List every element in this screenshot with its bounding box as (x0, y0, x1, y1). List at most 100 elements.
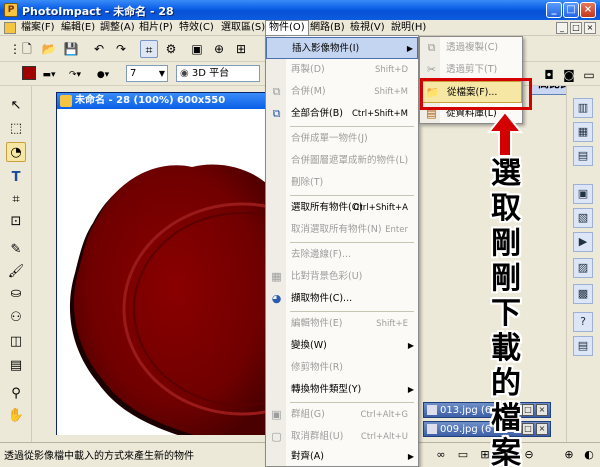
submenu-item-label: 透過複製(C) (446, 42, 499, 53)
mode-select[interactable]: ◉ 3D 平台 (176, 65, 260, 82)
menu-item-merge-mask[interactable]: 合併圖層遮罩成新的物件(L) (266, 150, 418, 172)
menu-item-extract-object[interactable]: ◕ 擷取物件(C)... (266, 288, 418, 310)
menu-item-match-background[interactable]: ▦ 比對背景色彩(U) (266, 266, 418, 288)
zoom-in-icon[interactable]: ⊕ (560, 446, 578, 464)
line-style-dropdown-icon[interactable]: ▬▾ (40, 66, 58, 84)
screen-icon[interactable]: ▭ (580, 66, 598, 84)
histogram-icon[interactable]: ▩ (573, 284, 593, 304)
close-icon[interactable]: × (536, 423, 548, 435)
menu-view[interactable]: 檢視(V) (347, 21, 388, 35)
menu-item-insert-image-object[interactable]: 插入影像物件(I) ▶ (266, 37, 418, 59)
crop-icon[interactable]: ⌗ (6, 190, 26, 210)
save-icon[interactable]: 💾 (62, 40, 80, 58)
menu-effect[interactable]: 特效(C) (176, 21, 217, 35)
menu-web[interactable]: 網路(B) (307, 21, 348, 35)
capture-icon[interactable]: ◙ (560, 66, 578, 84)
menu-file[interactable]: 檔案(F) (18, 21, 58, 35)
image-canvas[interactable] (57, 109, 270, 435)
menu-help[interactable]: 說明(H) (388, 21, 429, 35)
paint-tool-icon[interactable]: 🖌 (6, 262, 26, 282)
submenu-item-via-copy[interactable]: ⧉ 透過複製(C) (420, 37, 522, 59)
primary-color-swatch[interactable] (22, 66, 36, 80)
open-file-icon[interactable]: 📂 (40, 40, 58, 58)
view-icon[interactable]: ▭ (454, 446, 472, 464)
zoom-icon[interactable]: ⊕ (210, 40, 228, 58)
image-panel-icon[interactable]: ▣ (573, 184, 593, 204)
lasso-tool-icon[interactable]: ◔ (6, 142, 26, 162)
curve-dropdown-icon[interactable]: ↷▾ (66, 66, 84, 84)
menu-item-label: 對齊(A) (291, 451, 324, 462)
document-title-bar[interactable]: 未命名 - 28 (100%) 600x550 (57, 93, 270, 109)
size-field[interactable]: 7 ▼ (126, 65, 168, 82)
menu-item-edit-object[interactable]: 編輯物件(E) Shift+E (266, 313, 418, 335)
info-icon[interactable]: ▤ (573, 336, 593, 356)
document-window[interactable]: 未命名 - 28 (100%) 600x550 (56, 92, 271, 435)
menu-item-trim-object[interactable]: 修剪物件(R) (266, 357, 418, 379)
redo-icon[interactable]: ↷ (112, 40, 130, 58)
easy-palette-icon[interactable]: ▦ (573, 122, 593, 142)
help-icon[interactable]: ? (573, 312, 593, 332)
fill-tool-icon[interactable]: ▤ (6, 356, 26, 376)
document-system-menu-icon[interactable] (4, 22, 16, 34)
menu-item-label: 去除邊線(F)... (291, 249, 351, 260)
eraser-tool-icon[interactable]: ◫ (6, 332, 26, 352)
photoimpact-app-icon[interactable]: P (4, 3, 18, 17)
new-file-icon[interactable]: 🗋 (18, 40, 36, 58)
link-icon[interactable]: ∞ (432, 446, 450, 464)
undo-icon[interactable]: ↶ (90, 40, 108, 58)
image-icon[interactable]: ▣ (188, 40, 206, 58)
selection-tool-icon[interactable]: ⬚ (6, 119, 26, 139)
menu-item-transform[interactable]: 變換(W) ▶ (266, 335, 418, 357)
annotation-char: 案 (491, 436, 521, 467)
pick-tool-icon[interactable]: ↖ (6, 96, 26, 116)
menu-item-label: 修剪物件(R) (291, 362, 344, 373)
menu-item-merge-single[interactable]: 合併成單一物件(J) (266, 128, 418, 150)
tool-panel: ↖ ⬚ ◔ T ⌗ ⊡ ✎ 🖌 ⛀ ⚇ ◫ ▤ ⚲ ✋ (0, 86, 32, 442)
menu-item-merge-all[interactable]: ⧉ 全部合併(B) Ctrl+Shift+M (266, 103, 418, 125)
circle-dropdown-icon[interactable]: ●▾ (94, 66, 112, 84)
text-tool-icon[interactable]: T (6, 168, 26, 188)
camera-icon[interactable]: ◘ (540, 66, 558, 84)
maximize-button[interactable]: □ (563, 2, 579, 18)
brush-tool-icon[interactable]: ✎ (6, 240, 26, 260)
menu-item-ungroup[interactable]: ▢ 取消群組(U) Ctrl+Alt+U (266, 426, 418, 448)
close-button[interactable]: × (580, 2, 596, 18)
annotation-arrow-icon (486, 110, 524, 157)
hand-tool-icon[interactable]: ✋ (6, 406, 26, 426)
menu-item-label: 轉換物件類型(Y) (291, 384, 362, 395)
crop-tool-icon[interactable]: ⌗ (140, 40, 158, 58)
transform-tool-icon[interactable]: ⊡ (6, 212, 26, 232)
menu-item-remove-edge[interactable]: 去除邊線(F)... (266, 244, 418, 266)
doc-minimize-button[interactable]: _ (556, 22, 568, 34)
menu-item-convert-object-type[interactable]: 轉換物件類型(Y) ▶ (266, 379, 418, 401)
menu-object[interactable]: 物件(O) (265, 20, 309, 36)
settings-icon[interactable]: ⚙ (162, 40, 180, 58)
menu-item-select-all-objects[interactable]: 選取所有物件(O) Ctrl+Shift+A (266, 197, 418, 219)
menu-adjust[interactable]: 調整(A) (97, 21, 138, 35)
grid-icon[interactable]: ⊞ (232, 40, 250, 58)
clone-tool-icon[interactable]: ⚇ (6, 308, 26, 328)
document-panel-icon[interactable]: ▤ (573, 146, 593, 166)
menu-item-group[interactable]: ▣ 群組(G) Ctrl+Alt+G (266, 404, 418, 426)
menu-item-delete[interactable]: 刪除(T) (266, 172, 418, 194)
menu-edit[interactable]: 編輯(E) (58, 21, 98, 35)
stamp-tool-icon[interactable]: ⛀ (6, 284, 26, 304)
menu-item-duplicate[interactable]: 再製(D) Shift+D (266, 59, 418, 81)
zoom-tool-icon[interactable]: ⚲ (6, 384, 26, 404)
doc-close-button[interactable]: × (584, 22, 596, 34)
file-panel-icon[interactable]: ▧ (573, 208, 593, 228)
close-icon[interactable]: × (536, 404, 548, 416)
palette-icon[interactable]: ▨ (573, 258, 593, 278)
doc-restore-button[interactable]: □ (570, 22, 582, 34)
menu-item-align[interactable]: 對齊(A) ▶ (266, 446, 418, 467)
merge-all-icon: ⧉ (272, 107, 281, 120)
menu-photo[interactable]: 相片(P) (136, 21, 176, 35)
menu-selection[interactable]: 選取區(S) (218, 21, 268, 35)
ungroup-icon: ▢ (271, 430, 282, 443)
layer-manager-icon[interactable]: ▥ (573, 98, 593, 118)
minimize-button[interactable]: _ (546, 2, 562, 18)
mask-icon[interactable]: ◐ (580, 446, 598, 464)
play-icon[interactable]: ▶ (573, 232, 593, 252)
menu-item-deselect-all-objects[interactable]: 取消選取所有物件(N) Enter (266, 219, 418, 241)
menu-item-merge[interactable]: ⧉ 合併(M) Shift+M (266, 81, 418, 103)
